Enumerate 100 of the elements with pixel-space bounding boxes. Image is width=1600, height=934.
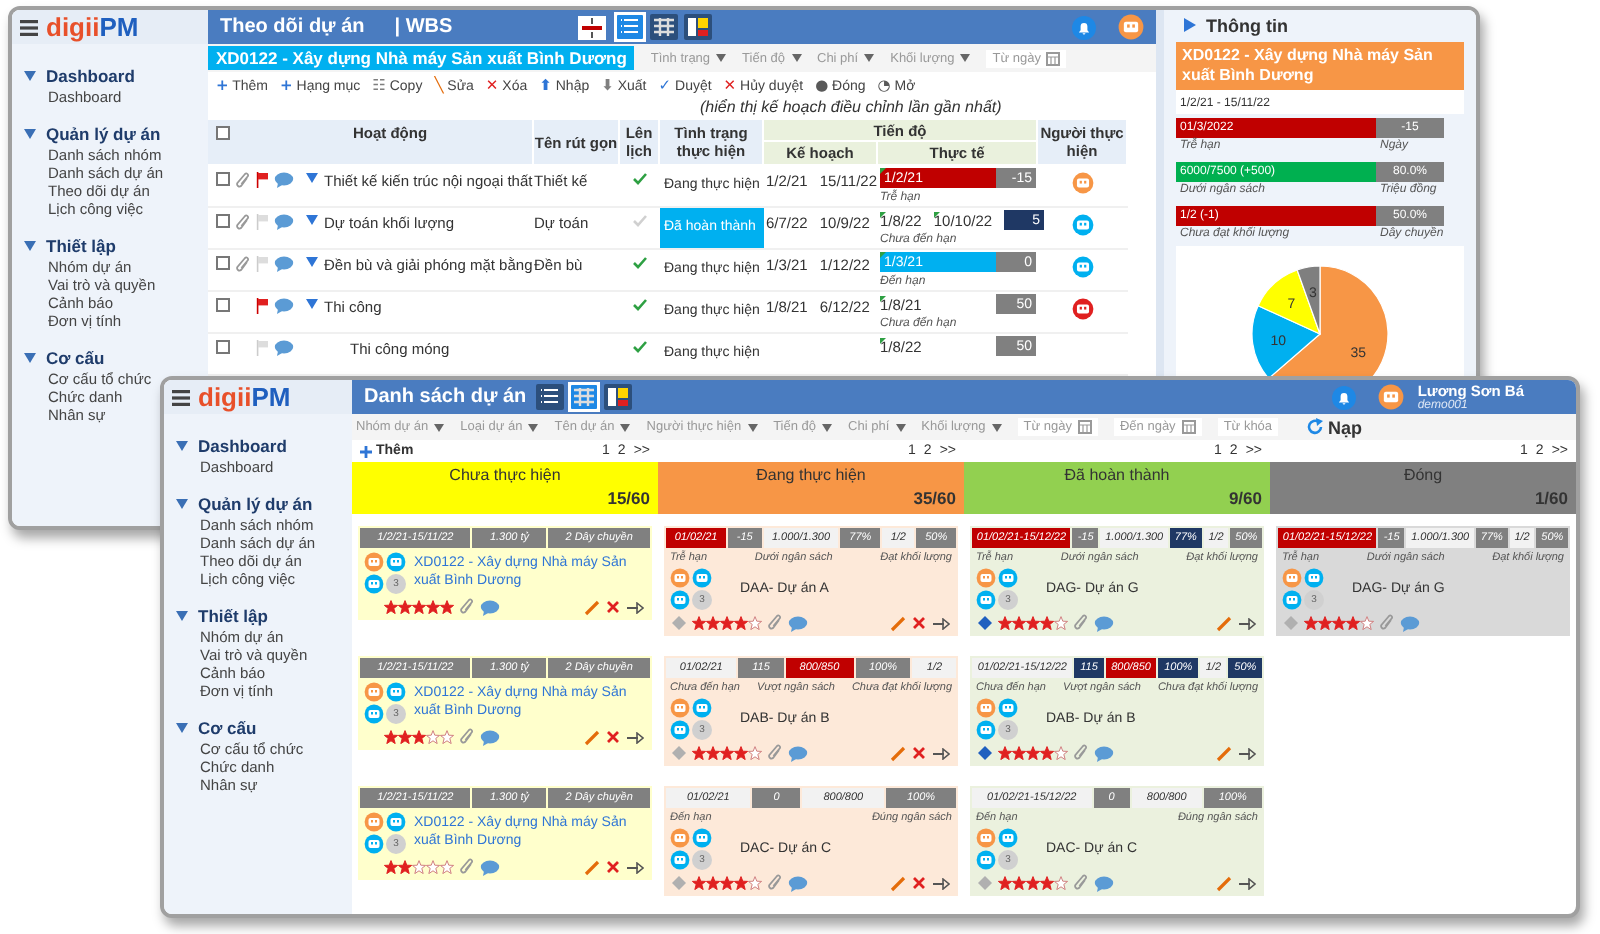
- flag-icon[interactable]: [256, 172, 268, 188]
- paperclip-icon[interactable]: [768, 744, 782, 762]
- comment-icon[interactable]: [480, 729, 500, 745]
- star-icon[interactable]: [412, 860, 426, 874]
- pencil-icon[interactable]: [1216, 615, 1232, 631]
- star-icon[interactable]: [998, 746, 1012, 760]
- expand-triangle-icon[interactable]: [176, 610, 188, 622]
- star-icon[interactable]: [1054, 876, 1068, 890]
- sidebar-group-title[interactable]: Thiết lập: [198, 606, 268, 626]
- star-icon[interactable]: [692, 746, 706, 760]
- star-icon[interactable]: [692, 616, 706, 630]
- expand-triangle-icon[interactable]: [176, 498, 188, 510]
- split-view-icon[interactable]: [578, 15, 606, 39]
- paperclip-icon[interactable]: [236, 172, 250, 190]
- expand-triangle-icon[interactable]: [306, 172, 318, 184]
- star-icon[interactable]: [1304, 616, 1318, 630]
- star-rating[interactable]: [998, 876, 1068, 890]
- grid-view-icon[interactable]: [570, 384, 599, 410]
- star-icon[interactable]: [1026, 746, 1040, 760]
- star-icon[interactable]: [734, 616, 748, 630]
- delete-icon[interactable]: [606, 860, 620, 874]
- star-rating[interactable]: [384, 730, 454, 744]
- paperclip-icon[interactable]: [460, 598, 474, 616]
- expand-triangle-icon[interactable]: [24, 240, 36, 252]
- checkbox[interactable]: [216, 214, 230, 228]
- pencil-icon[interactable]: [1216, 745, 1232, 761]
- sidebar-group-title[interactable]: Dashboard: [46, 66, 135, 86]
- star-rating[interactable]: [998, 746, 1068, 760]
- pencil-icon[interactable]: [1216, 875, 1232, 891]
- grid-view-icon[interactable]: [650, 14, 678, 40]
- star-icon[interactable]: [748, 746, 762, 760]
- star-icon[interactable]: [1026, 616, 1040, 630]
- star-icon[interactable]: [748, 876, 762, 890]
- expand-triangle-icon[interactable]: [176, 440, 188, 452]
- bell-icon[interactable]: [1072, 15, 1096, 39]
- star-icon[interactable]: [998, 616, 1012, 630]
- star-icon[interactable]: [1012, 746, 1026, 760]
- star-icon[interactable]: [426, 860, 440, 874]
- sidebar-group-title[interactable]: Cơ cấu: [198, 718, 257, 738]
- paperclip-icon[interactable]: [460, 858, 474, 876]
- comment-icon[interactable]: [274, 256, 294, 272]
- star-icon[interactable]: [1012, 876, 1026, 890]
- star-icon[interactable]: [398, 600, 412, 614]
- star-icon[interactable]: [398, 860, 412, 874]
- paperclip-icon[interactable]: [768, 614, 782, 632]
- sidebar-group-title[interactable]: Quản lý dự án: [198, 494, 313, 514]
- sidebar-group-title[interactable]: Thiết lập: [46, 236, 116, 256]
- star-icon[interactable]: [384, 600, 398, 614]
- comment-icon[interactable]: [1094, 875, 1114, 891]
- list-view-icon[interactable]: [616, 14, 644, 40]
- star-rating[interactable]: [692, 616, 762, 630]
- star-icon[interactable]: [692, 876, 706, 890]
- paperclip-icon[interactable]: [1074, 874, 1088, 892]
- star-icon[interactable]: [734, 746, 748, 760]
- arrow-icon[interactable]: [626, 861, 644, 873]
- comment-icon[interactable]: [1400, 615, 1420, 631]
- star-icon[interactable]: [706, 616, 720, 630]
- delete-icon[interactable]: [912, 616, 926, 630]
- paperclip-icon[interactable]: [460, 728, 474, 746]
- expand-triangle-icon[interactable]: [306, 298, 318, 310]
- checkbox[interactable]: [216, 340, 230, 354]
- comment-icon[interactable]: [1094, 745, 1114, 761]
- comment-icon[interactable]: [274, 172, 294, 188]
- comment-icon[interactable]: [788, 875, 808, 891]
- star-icon[interactable]: [384, 730, 398, 744]
- star-icon[interactable]: [1346, 616, 1360, 630]
- star-icon[interactable]: [1012, 616, 1026, 630]
- expand-triangle-icon[interactable]: [24, 352, 36, 364]
- expand-triangle-icon[interactable]: [176, 722, 188, 734]
- pencil-icon[interactable]: [890, 875, 906, 891]
- checkbox[interactable]: [216, 298, 230, 312]
- star-icon[interactable]: [1054, 746, 1068, 760]
- board-view-icon[interactable]: [684, 14, 712, 40]
- star-icon[interactable]: [440, 600, 454, 614]
- paperclip-icon[interactable]: [1074, 744, 1088, 762]
- flag-icon[interactable]: [256, 298, 268, 314]
- paperclip-icon[interactable]: [236, 256, 250, 274]
- star-icon[interactable]: [720, 616, 734, 630]
- star-icon[interactable]: [1318, 616, 1332, 630]
- star-icon[interactable]: [748, 616, 762, 630]
- expand-triangle-icon[interactable]: [24, 70, 36, 82]
- star-icon[interactable]: [426, 600, 440, 614]
- star-icon[interactable]: [384, 860, 398, 874]
- star-rating[interactable]: [1304, 616, 1374, 630]
- bell-icon[interactable]: [1331, 385, 1356, 409]
- pencil-icon[interactable]: [584, 859, 600, 875]
- star-icon[interactable]: [734, 876, 748, 890]
- delete-icon[interactable]: [912, 876, 926, 890]
- star-rating[interactable]: [998, 616, 1068, 630]
- star-rating[interactable]: [384, 860, 454, 874]
- menu-icon[interactable]: [172, 389, 190, 405]
- arrow-icon[interactable]: [1238, 877, 1256, 889]
- diamond-icon[interactable]: [978, 616, 992, 630]
- delete-icon[interactable]: [606, 730, 620, 744]
- star-icon[interactable]: [706, 746, 720, 760]
- sidebar-group-title[interactable]: Dashboard: [198, 436, 287, 456]
- star-icon[interactable]: [720, 876, 734, 890]
- comment-icon[interactable]: [788, 615, 808, 631]
- sidebar-group-title[interactable]: Cơ cấu: [46, 348, 105, 368]
- star-icon[interactable]: [398, 730, 412, 744]
